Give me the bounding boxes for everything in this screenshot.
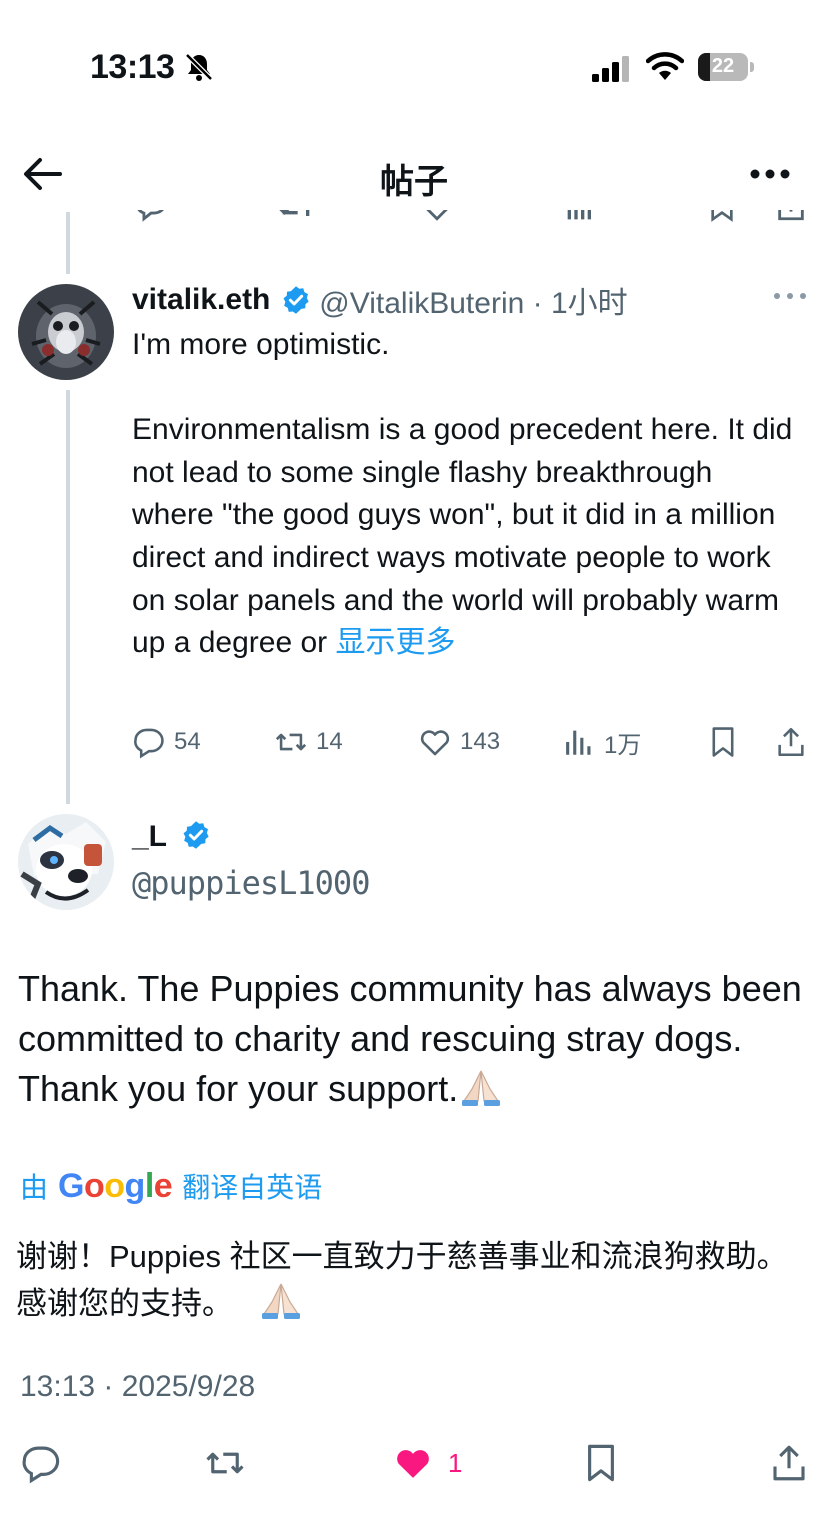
main-author-name: _L [132,820,215,854]
reply-header: vitalik.eth @VitalikButerin · 1小时 [132,278,628,322]
verified-icon [283,286,309,314]
status-time: 13:13 [90,48,175,86]
main-actions: 1 [0,1434,828,1494]
reply-text: I'm more optimistic. Environmentalism is… [132,324,802,665]
page-title: 帖子 [380,163,448,201]
avatar-vitalik[interactable] [18,284,114,380]
main-like-count: 1 [448,1447,463,1478]
reply-count: 54 [174,728,201,755]
repost-count: 14 [316,728,343,755]
main-reply-button[interactable] [20,1442,62,1484]
views-icon [566,730,591,755]
repost-icon [206,1452,244,1474]
main-tweet-text: Thank. The Puppies community has always … [18,964,808,1114]
folded-hands-emoji [261,1283,300,1319]
reply-actions: 54 14 143 1万 [132,722,822,762]
reply-icon [134,728,164,759]
main-bookmark-button[interactable] [580,1442,622,1484]
avatar-image [18,814,114,910]
signal-icon [592,56,629,82]
avatar-image [18,284,114,380]
repost-icon [275,733,307,751]
liked-heart-icon [397,1450,429,1478]
repost-button[interactable]: 14 [274,722,343,762]
reply-icon [22,1446,60,1484]
thread-line-bottom [66,390,70,804]
translate-suffix: 翻译自英语 [182,1172,323,1203]
avatar-puppies[interactable] [18,814,114,910]
wifi-icon [646,52,684,80]
main-like-button[interactable]: 1 [392,1442,462,1484]
reply-button[interactable]: 54 [132,722,201,762]
like-button[interactable]: 143 [418,722,500,762]
battery-level: 22 [711,55,735,77]
main-repost-button[interactable] [204,1442,246,1484]
translation-notice[interactable]: 由 Google 翻译自英语 [20,1164,322,1208]
views-button[interactable]: 1万 [562,722,641,762]
tweet-timestamp: 13:13 · 2025/9/28 [20,1370,256,1403]
share-icon [773,1445,805,1481]
show-more-link[interactable]: 显示更多 [336,626,456,659]
translate-prefix: 由 [20,1172,49,1203]
google-logo: Google [58,1166,173,1205]
main-author-handle: @puppiesL1000 [132,864,370,902]
folded-hands-emoji [462,1070,501,1106]
views-count: 1万 [604,731,642,759]
nav-bar: 帖子 [0,140,828,210]
bookmark-icon [712,727,734,757]
like-icon [420,730,450,756]
main-tweet-text-content: Thank. The Puppies community has always … [18,968,802,1109]
share-button[interactable] [774,722,816,762]
reply-handle-time: @VitalikButerin · 1小时 [319,287,628,320]
bell-slash-icon [185,53,213,81]
translated-text: 谢谢！Puppies 社区一直致力于慈善事业和流浪狗救助。感谢您的支持。 [16,1234,806,1327]
bookmark-button[interactable] [706,722,748,762]
like-count: 143 [460,728,501,755]
verified-icon [183,821,209,849]
reply-text-body: Environmentalism is a good precedent her… [132,413,793,660]
share-icon [778,727,804,757]
thread-line-top [66,212,70,274]
more-icon[interactable] [748,162,792,186]
status-bar: 13:13 22 [0,0,828,130]
battery-indicator: 22 [698,53,754,81]
translated-text-content: 谢谢！Puppies 社区一直致力于慈善事业和流浪狗救助。感谢您的支持。 [16,1239,788,1321]
main-author-name-text: _L [132,820,167,853]
reply-text-line1: I'm more optimistic. [132,328,390,361]
reply-author-name[interactable]: vitalik.eth [132,283,270,316]
reply-more-icon[interactable] [772,286,808,306]
main-share-button[interactable] [768,1442,810,1484]
bookmark-icon [588,1444,614,1482]
